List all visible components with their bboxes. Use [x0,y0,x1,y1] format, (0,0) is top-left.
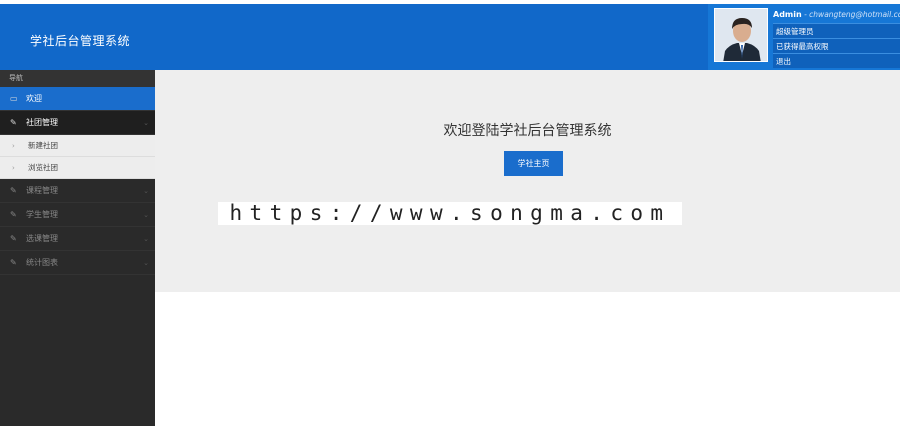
sidebar-item-enrollment[interactable]: ✎ 选课管理 ⌄ [0,227,155,251]
avatar[interactable] [714,8,768,62]
sidebar-item-students[interactable]: ✎ 学生管理 ⌄ [0,203,155,227]
user-menu: 超级管理员 已获得最高权限 退出 [773,23,900,68]
club-submenu: › 新建社团 › 浏览社团 [0,135,155,179]
welcome-heading: 欢迎登陆学社后台管理系统 [443,123,612,139]
submenu-item-label: 浏览社团 [28,163,58,172]
chevron-down-icon: ⌄ [143,235,149,243]
watermark-text: https://www.songma.com [218,202,682,225]
main-content: 欢迎登陆学社后台管理系统 学社主页 [155,70,900,292]
user-name: Admin [773,10,802,19]
sidebar-item-charts[interactable]: ✎ 统计图表 ⌄ [0,251,155,275]
sidebar-item-courses[interactable]: ✎ 课程管理 ⌄ [0,179,155,203]
submenu-item-browse-club[interactable]: › 浏览社团 [0,157,155,179]
user-role: 超级管理员 [773,23,900,38]
sidebar-item-label: 社团管理 [26,118,58,127]
sidebar-item-welcome[interactable]: ▭ 欢迎 [0,87,155,111]
user-name-line: Admin - chwangteng@hotmail.cc [773,10,900,19]
sidebar-item-label: 选课管理 [26,234,58,243]
logout-link[interactable]: 退出 [773,53,900,68]
pencil-icon: ✎ [10,186,17,195]
monitor-icon: ▭ [10,94,18,103]
pencil-icon: ✎ [10,258,17,267]
sidebar-item-label: 统计图表 [26,258,58,267]
sidebar-item-club[interactable]: ✎ 社团管理 ⌄ [0,111,155,135]
chevron-right-icon: › [12,164,15,172]
user-email: - chwangteng@hotmail.cc [801,10,900,19]
chevron-down-icon: ⌄ [143,211,149,219]
sidebar: 导航 ▭ 欢迎 ✎ 社团管理 ⌄ › 新建社团 › 浏览社团 ✎ 课程管理 ⌄ … [0,70,155,426]
pencil-icon: ✎ [10,210,17,219]
sidebar-item-label: 课程管理 [26,186,58,195]
user-avatar-icon [715,9,767,61]
pencil-icon: ✎ [10,234,17,243]
chevron-down-icon: ⌄ [143,187,149,195]
user-permission: 已获得最高权限 [773,38,900,53]
pencil-icon: ✎ [10,118,17,127]
sidebar-item-label: 学生管理 [26,210,58,219]
chevron-right-icon: › [12,142,15,150]
sidebar-item-label: 欢迎 [26,94,42,103]
sidebar-title: 导航 [0,70,155,87]
submenu-item-new-club[interactable]: › 新建社团 [0,135,155,157]
submenu-item-label: 新建社团 [28,141,58,150]
chevron-down-icon: ⌄ [143,119,149,127]
chevron-down-icon: ⌄ [143,259,149,267]
club-home-button[interactable]: 学社主页 [504,151,563,176]
app-title: 学社后台管理系统 [30,34,131,48]
